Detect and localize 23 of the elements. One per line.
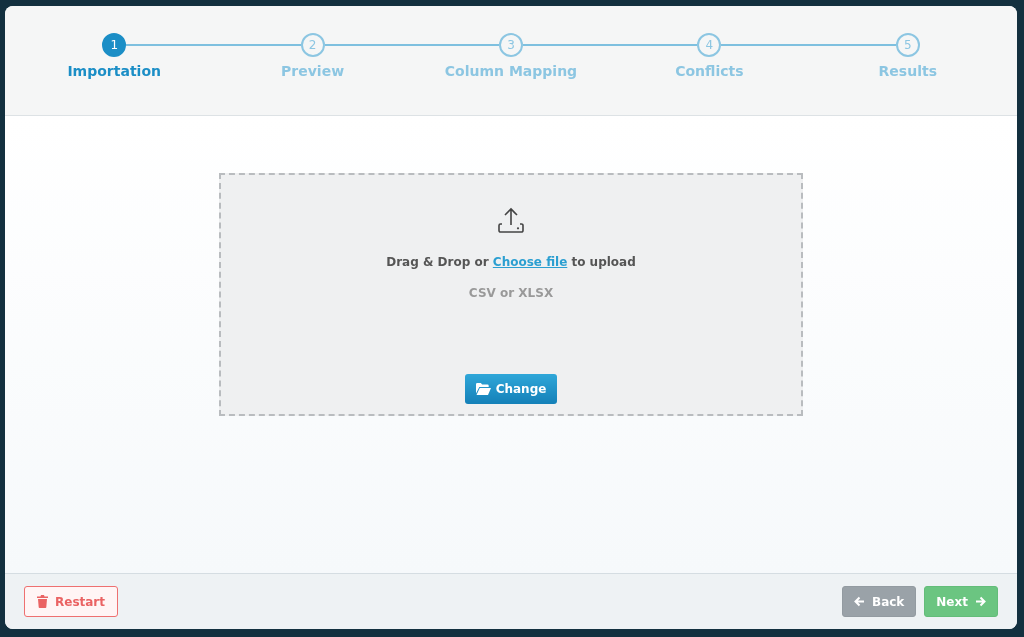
step-tab[interactable]: Conflicts (675, 63, 744, 79)
step-number: 2 (300, 33, 325, 57)
next-button[interactable]: Next (924, 586, 998, 617)
arrow-right-icon (975, 596, 986, 607)
choose-file-link[interactable]: Choose file (492, 255, 568, 269)
step-tab[interactable]: Results (878, 63, 937, 79)
folder-icon (475, 383, 491, 395)
step-number: 3 (499, 33, 523, 57)
trash-icon (37, 595, 48, 608)
change-button[interactable]: Change (464, 374, 558, 404)
step-number: 4 (697, 33, 722, 57)
step-number: 5 (895, 33, 920, 57)
step-tab[interactable]: Column Mapping (444, 63, 578, 79)
step-tab[interactable]: Preview (281, 63, 345, 79)
step-tab[interactable]: Importation (67, 63, 161, 79)
file-formats: CSV or XLSX (468, 286, 554, 300)
back-button[interactable]: Back (842, 586, 917, 617)
step-number: 1 (102, 33, 127, 57)
drop-zone[interactable]: Drag & Drop or Choose file to upload CSV or XLSX Change (219, 173, 803, 416)
upload-icon (498, 207, 524, 235)
arrow-left-icon (854, 596, 865, 607)
upload-prompt: Drag & Drop or Choose file to upload (386, 255, 636, 269)
restart-button[interactable]: Restart (24, 586, 118, 617)
